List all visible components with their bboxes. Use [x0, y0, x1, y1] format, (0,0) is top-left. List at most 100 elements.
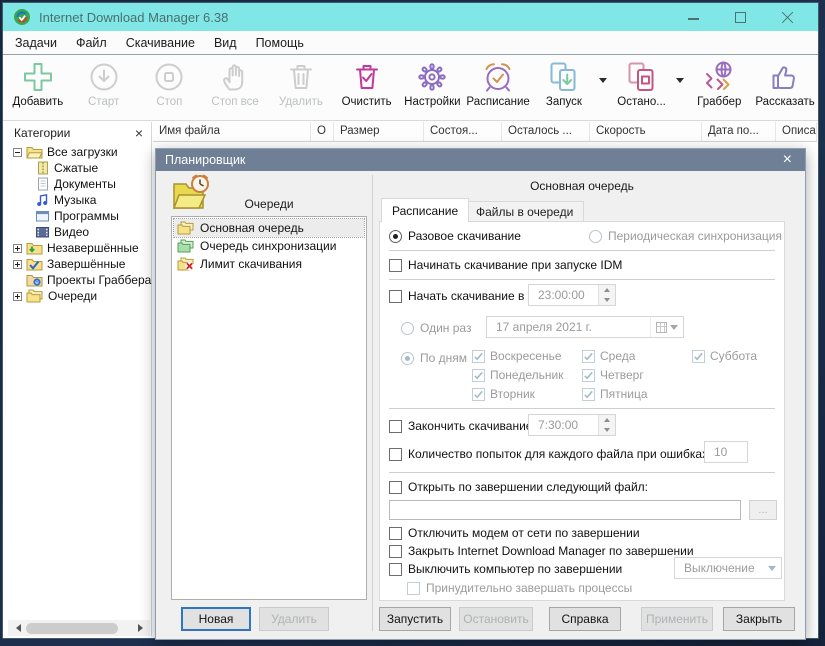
retries-checkbox[interactable]: Количество попыток для каждого файла при… [389, 447, 711, 461]
clear-button[interactable]: Очистить [334, 59, 400, 108]
queue-folders-limit-icon [177, 257, 195, 271]
spinner-up-icon [599, 285, 615, 295]
menu-view[interactable]: Вид [214, 36, 237, 50]
tree-item-video[interactable]: Видео [8, 224, 151, 240]
tree-item-documents[interactable]: Документы [8, 176, 151, 192]
horizontal-scrollbar[interactable] [8, 620, 150, 636]
grabber-button[interactable]: Граббер [686, 59, 752, 108]
open-file-checkbox[interactable]: Открыть по завершении следующий файл: [389, 480, 648, 494]
checkbox[interactable] [389, 420, 402, 433]
checkbox[interactable] [389, 259, 402, 272]
categories-close-icon[interactable]: × [135, 128, 143, 138]
checkbox[interactable] [389, 481, 402, 494]
collapse-icon[interactable] [13, 148, 22, 157]
col-q[interactable]: О [311, 122, 334, 141]
stop-queue-button[interactable]: Остано... [609, 59, 675, 108]
queue-item-sync[interactable]: Очередь синхронизации [174, 237, 364, 255]
stop-button: Стоп [137, 59, 203, 108]
tree-item-programs[interactable]: Программы [8, 208, 151, 224]
tab-files-in-queue[interactable]: Файлы в очереди [465, 201, 584, 222]
start-queue-dropdown[interactable] [597, 59, 609, 87]
expand-icon[interactable] [13, 260, 22, 269]
checkbox[interactable] [389, 527, 402, 540]
add-button[interactable]: Добавить [5, 59, 71, 108]
zip-file-icon [35, 161, 50, 175]
tree-item-incomplete[interactable]: Незавершённые [8, 240, 151, 256]
open-file-path-input[interactable] [389, 500, 741, 520]
start-queue-button[interactable]: Запуск [531, 59, 597, 108]
tree-item-grabber-projects[interactable]: e Проекты Граббера [8, 272, 151, 288]
menu-help[interactable]: Помощь [256, 36, 304, 50]
check-icon [473, 370, 484, 381]
menu-file[interactable]: Файл [76, 36, 107, 50]
scrollbar-thumb[interactable] [26, 623, 118, 634]
stop-queue-icon [625, 60, 659, 94]
spinner-up-icon [599, 415, 615, 425]
col-date[interactable]: Дата по... [702, 122, 776, 141]
col-filename[interactable]: Имя файла [153, 122, 311, 141]
shutdown-checkbox[interactable]: Выключить компьютер по завершении [389, 562, 622, 576]
scroll-right-icon[interactable] [134, 620, 150, 636]
tree-item-music[interactable]: Музыка [8, 192, 151, 208]
col-description[interactable]: Описание [776, 122, 817, 141]
folder-queues-icon [26, 289, 44, 303]
one-time-download-radio[interactable]: Разовое скачивание [389, 229, 521, 243]
delete-queue-button: Удалить [259, 607, 329, 631]
close-idm-checkbox[interactable]: Закрыть Internet Download Manager по зав… [389, 544, 694, 558]
apply-button: Применить [641, 607, 713, 631]
col-timeleft[interactable]: Осталось ... [502, 122, 590, 141]
menu-download[interactable]: Скачивание [126, 36, 195, 50]
checkbox[interactable] [389, 545, 402, 558]
tell-friends-button[interactable]: Рассказать [752, 59, 818, 108]
settings-button[interactable]: Настройки [400, 59, 466, 108]
queue-item-main[interactable]: Основная очередь [174, 219, 364, 237]
day-tuesday-checkbox: Вторник [472, 387, 563, 401]
days-column-1: Воскресенье Понедельник Вторник [472, 349, 563, 401]
start-queue-dialog-button[interactable]: Запустить [379, 607, 451, 631]
idm-logo-icon [13, 8, 31, 26]
hangup-modem-checkbox[interactable]: Отключить модем от сети по завершении [389, 526, 640, 540]
finish-time-field: 7:30:00 [528, 414, 616, 436]
separator [389, 472, 775, 473]
tree-item-all-downloads[interactable]: Все загрузки [8, 144, 151, 160]
categories-panel: Категории × Все загрузки Сжатые Документ… [8, 122, 152, 636]
stop-all-button: Стоп все [202, 59, 268, 108]
checkbox[interactable] [389, 290, 402, 303]
scroll-left-icon[interactable] [8, 620, 24, 636]
radio-selected[interactable] [389, 230, 402, 243]
days-column-3: Суббота [692, 349, 757, 363]
checkbox[interactable] [389, 448, 402, 461]
start-button: Старт [71, 59, 137, 108]
date-dropdown [650, 317, 683, 337]
tree-item-compressed[interactable]: Сжатые [8, 160, 151, 176]
tree-item-complete[interactable]: Завершённые [8, 256, 151, 272]
help-button[interactable]: Справка [549, 607, 621, 631]
new-queue-button[interactable]: Новая [181, 607, 251, 631]
spinner-down-icon [599, 295, 615, 305]
radio-disabled [401, 322, 414, 335]
col-speed[interactable]: Скорость [590, 122, 702, 141]
day-monday-checkbox: Понедельник [472, 368, 563, 382]
start-at-checkbox[interactable]: Начать скачивание в [389, 289, 524, 303]
schedule-button[interactable]: Расписание [465, 59, 531, 108]
finish-at-checkbox[interactable]: Закончить скачивание в [389, 419, 542, 433]
start-with-idm-checkbox[interactable]: Начинать скачивание при запуске IDM [389, 258, 622, 272]
minimize-icon[interactable] [687, 11, 700, 24]
queue-folders-green-icon [177, 239, 195, 253]
browse-button: ... [749, 500, 777, 520]
checkbox[interactable] [389, 563, 402, 576]
queue-item-limit[interactable]: Лимит скачивания [174, 255, 364, 273]
tab-schedule[interactable]: Расписание [381, 198, 469, 222]
dialog-close-icon[interactable]: × [779, 153, 796, 167]
menu-tasks[interactable]: Задачи [15, 36, 57, 50]
expand-icon[interactable] [13, 292, 22, 301]
stop-queue-dialog-button: Остановить [459, 607, 533, 631]
tree-item-queues[interactable]: Очереди [8, 288, 151, 304]
close-dialog-button[interactable]: Закрыть [723, 607, 795, 631]
maximize-icon[interactable] [734, 11, 747, 24]
close-icon[interactable] [781, 11, 794, 24]
col-status[interactable]: Состоя... [424, 122, 502, 141]
expand-icon[interactable] [13, 244, 22, 253]
col-size[interactable]: Размер [334, 122, 424, 141]
stop-queue-dropdown[interactable] [674, 59, 686, 87]
